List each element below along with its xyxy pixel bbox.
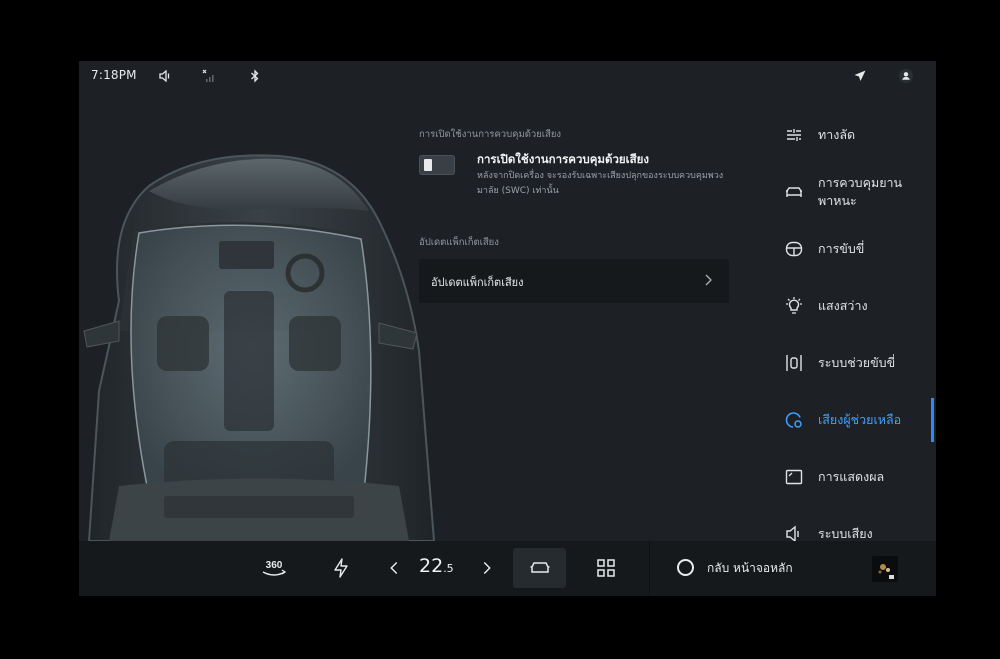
temperature-decimal: .5 — [443, 562, 454, 575]
shortcut-icon — [784, 125, 804, 145]
voice-control-section-label: การเปิดใช้งานการควบคุมด้วยเสียง — [419, 129, 562, 140]
infotainment-screen: 7:18PM การเปิดใช้งานการควบคุมด้วยเสียง ก… — [79, 61, 936, 596]
sidebar-item-label: ทางลัด — [818, 127, 856, 142]
camera-360-button[interactable]: 360 — [259, 548, 289, 588]
clock: 7:18PM — [91, 68, 137, 82]
sidebar-item-lighting[interactable]: แสงสว่าง — [774, 284, 936, 328]
navigation-icon[interactable] — [851, 67, 869, 85]
signal-icon — [200, 67, 218, 85]
sidebar-item-display[interactable]: การแสดงผล — [774, 455, 936, 499]
lightning-icon — [334, 558, 348, 578]
temperature-decrease-button[interactable] — [384, 548, 404, 588]
sidebar-item-label: ระบบช่วยขับขี่ — [818, 355, 896, 370]
home-icon[interactable] — [677, 559, 694, 576]
chevron-right-icon — [483, 562, 491, 574]
vehicle-settings-button[interactable] — [513, 548, 566, 588]
temperature-increase-button[interactable] — [477, 548, 497, 588]
sidebar-item-label: การแสดงผล — [818, 469, 885, 484]
steering-wheel-icon — [784, 239, 804, 259]
status-bar: 7:18PM — [79, 61, 936, 95]
driver-assist-icon — [784, 353, 804, 373]
active-indicator — [931, 398, 934, 442]
chevron-right-icon — [705, 274, 712, 286]
sidebar-item-vehicle-control[interactable]: การควบคุมยานพาหนะ — [774, 170, 936, 214]
voice-assistant-icon — [784, 410, 804, 430]
profile-icon[interactable] — [897, 67, 915, 85]
update-voice-pack-row[interactable]: อัปเดตแพ็กเก็ตเสียง — [419, 259, 729, 303]
bottom-dock: 360 22.5 กลับ หน้าจอหลัก — [79, 541, 936, 596]
update-voice-pack-label: อัปเดตแพ็กเก็ตเสียง — [431, 276, 524, 289]
bluetooth-icon[interactable] — [246, 67, 264, 85]
car-icon — [530, 562, 549, 573]
vehicle-top-view-image — [83, 154, 436, 541]
sidebar-item-driving[interactable]: การขับขี่ — [774, 227, 936, 271]
app-grid-button[interactable] — [594, 548, 618, 588]
voice-control-setting: การเปิดใช้งานการควบคุมด้วยเสียง หลังจากป… — [419, 151, 739, 201]
voice-control-title: การเปิดใช้งานการควบคุมด้วยเสียง — [477, 152, 649, 166]
home-button-label[interactable]: กลับ หน้าจอหลัก — [707, 559, 793, 578]
voice-control-description: หลังจากปิดเครื่อง จะรองรับเฉพาะเสียงปลุก… — [477, 171, 724, 196]
display-icon — [784, 467, 804, 487]
volume-icon[interactable] — [156, 67, 174, 85]
camera-360-icon: 360 — [262, 560, 287, 576]
svg-text:360: 360 — [266, 560, 283, 571]
sidebar-item-label: การขับขี่ — [818, 241, 865, 256]
chevron-left-icon — [390, 562, 398, 574]
light-bulb-icon — [784, 296, 804, 316]
toggle-knob — [424, 159, 432, 171]
sidebar-item-shortcuts[interactable]: ทางลัด — [774, 113, 936, 157]
dock-divider — [649, 541, 650, 596]
sidebar-item-voice-assistant[interactable]: เสียงผู้ช่วยเหลือ — [774, 398, 936, 442]
energy-button[interactable] — [329, 548, 353, 588]
sidebar-item-label: เสียงผู้ช่วยเหลือ — [818, 412, 902, 427]
voice-pack-section-label: อัปเดตแพ็กเก็ตเสียง — [419, 237, 499, 248]
album-art-icon — [878, 564, 894, 579]
voice-control-toggle[interactable] — [419, 155, 455, 175]
sidebar-item-label: การควบคุมยานพาหนะ — [818, 175, 903, 208]
settings-sidebar: ทางลัด การควบคุมยานพาหนะ การขับขี่ แสงสว… — [774, 107, 936, 547]
car-icon — [784, 182, 804, 202]
sidebar-item-label: แสงสว่าง — [818, 298, 868, 313]
temperature-whole: 22 — [419, 555, 444, 577]
temperature-display: 22.5 — [419, 555, 454, 577]
sidebar-item-driver-assist[interactable]: ระบบช่วยขับขี่ — [774, 341, 936, 385]
grid-icon — [597, 559, 615, 577]
media-thumbnail[interactable] — [872, 556, 898, 582]
